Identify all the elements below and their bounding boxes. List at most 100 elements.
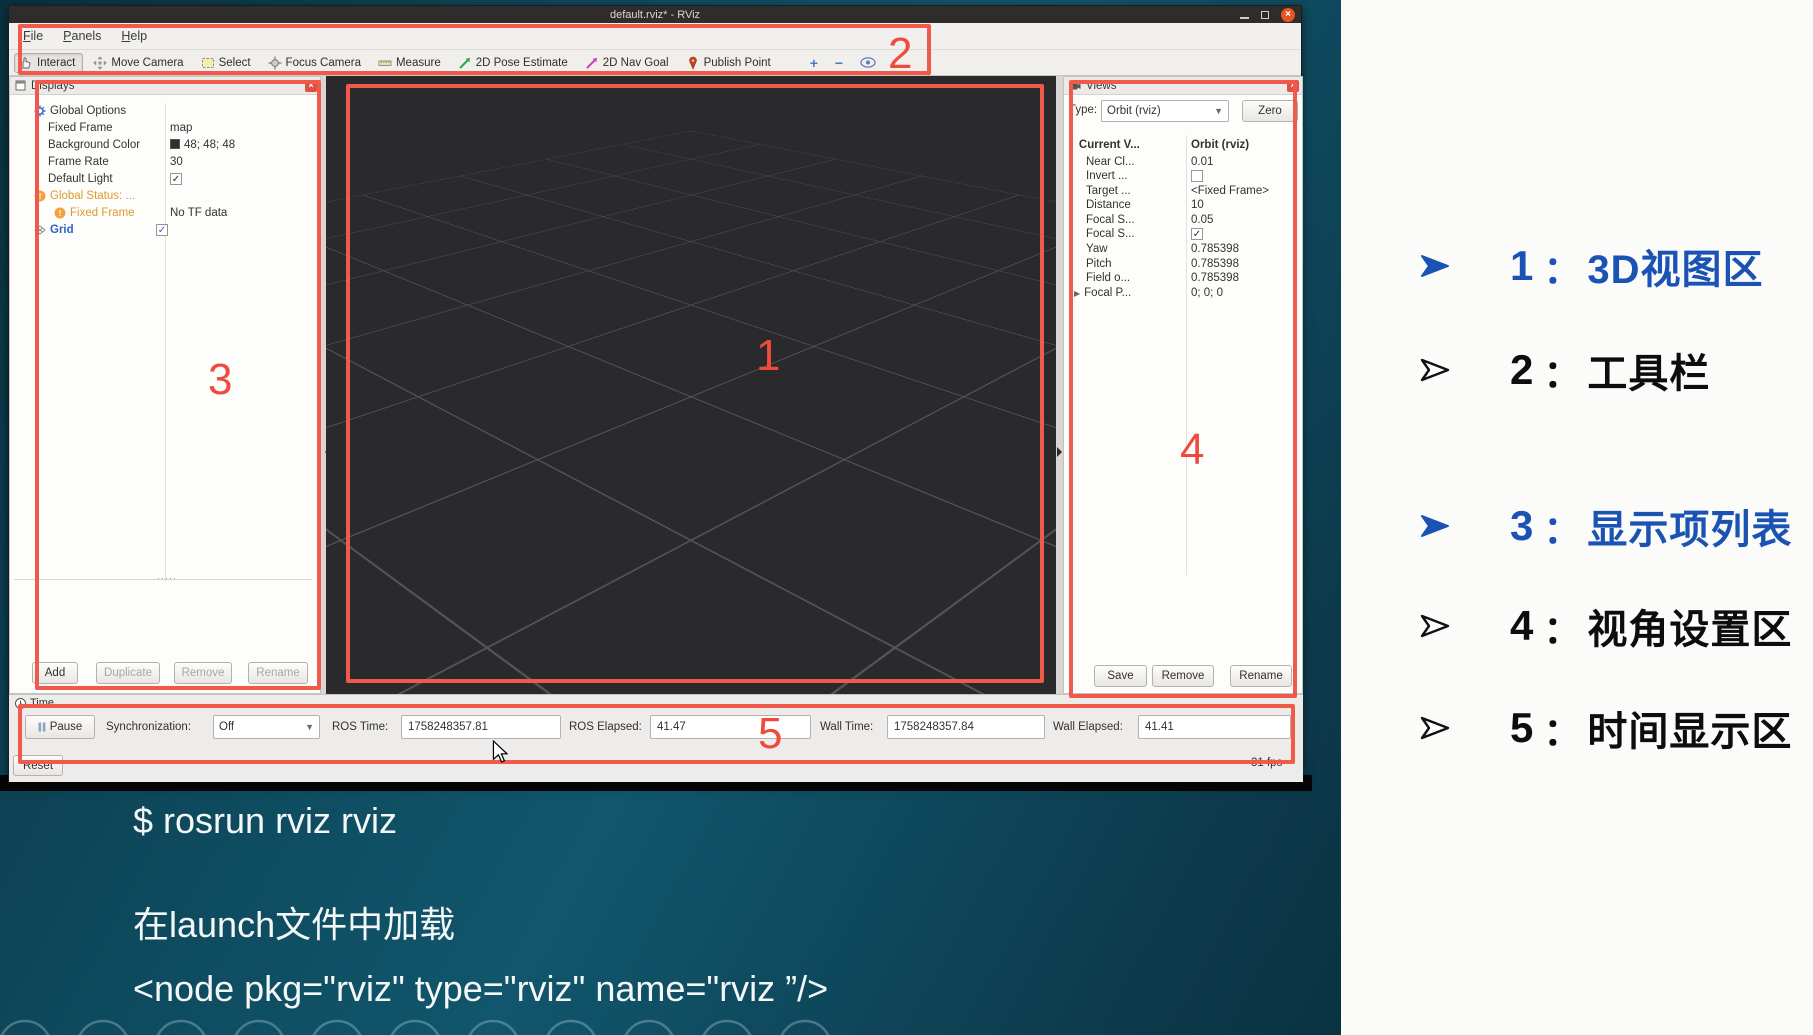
grid-icon [34,225,46,235]
duplicate-button[interactable]: Duplicate [96,662,160,684]
clock-icon [15,698,26,709]
column-divider[interactable] [165,103,166,583]
column-divider[interactable] [1186,135,1187,575]
chevron-down-icon: ▼ [305,722,314,732]
tool-2d-pose-estimate[interactable]: 2D Pose Estimate [454,54,575,72]
views-row-focal-shape-size[interactable]: Focal S... 0.05 [1086,214,1135,226]
ground-grid [326,76,1056,489]
fixed-frame-value[interactable]: map [170,122,192,134]
close-icon[interactable]: × [1281,8,1295,22]
display-row-fixed-frame-status[interactable]: ! Fixed Frame No TF data [54,207,135,219]
arrowhead-bullet-icon [1420,512,1452,540]
arrowhead-bullet-icon [1420,714,1452,742]
sync-label: Synchronization: [106,721,191,733]
main-area: Displays × Global Options Fixed Frame ma… [9,76,1303,694]
tool-bar: Interact Move Camera Select Focus Camera… [9,49,1301,76]
svg-text:!: ! [59,208,62,218]
eye-icon[interactable] [860,57,876,68]
time-panel-title[interactable]: Time [15,697,54,709]
panel-close-icon[interactable]: × [305,80,317,92]
views-row-focal-point[interactable]: ▶ Focal P... 0; 0; 0 [1074,287,1131,299]
gear-icon [34,105,46,117]
green-arrow-icon [458,56,472,70]
screenshot-root: default.rviz* - RViz × File Panels Help … [0,0,1813,1035]
displays-panel-header[interactable]: Displays × [10,77,320,95]
node-xml-snippet: <node pkg="rviz" type="rviz" name="rviz … [133,968,828,1010]
frame-rate-value[interactable]: 30 [170,156,183,168]
grid-checkbox[interactable]: ✓ [156,224,168,236]
legend-item-1: 1 ： 3D视图区 [1420,238,1812,294]
remove-button[interactable]: Remove [174,662,232,684]
display-row-grid[interactable]: Grid ✓ [34,224,74,236]
display-row-fixed-frame[interactable]: Fixed Frame map [48,122,113,134]
rename-button[interactable]: Rename [248,662,308,684]
views-row-field-of-view[interactable]: Field o... 0.785398 [1086,272,1130,284]
reset-button[interactable]: Reset [13,755,63,776]
minus-icon[interactable]: − [835,55,843,71]
views-row-near-clip[interactable]: Near Cl... 0.01 [1086,156,1135,168]
views-row-pitch[interactable]: Pitch 0.785398 [1086,258,1112,270]
view-type-select[interactable]: Orbit (rviz)▼ [1101,100,1229,122]
add-button[interactable]: Add [32,662,78,684]
save-button[interactable]: Save [1094,665,1147,687]
views-row-focal-shape-fixed[interactable]: Focal S... ✓ [1086,228,1135,240]
window-titlebar[interactable]: default.rviz* - RViz × [9,6,1301,23]
menu-help[interactable]: Help [121,29,147,43]
tool-publish-point[interactable]: Publish Point [682,54,778,72]
remove-view-button[interactable]: Remove [1152,665,1214,687]
svg-text:!: ! [39,191,42,201]
focal-shape-checkbox[interactable]: ✓ [1191,228,1203,240]
move-icon [93,56,107,70]
display-row-default-light[interactable]: Default Light ✓ [48,173,113,185]
camera-icon [1069,81,1081,91]
panel-splitter-handle[interactable] [14,579,312,583]
arrowhead-bullet-icon [1420,612,1452,640]
pause-icon [38,722,46,732]
time-panel: Time Pause Synchronization: Off▼ ROS Tim… [9,694,1303,782]
tool-focus-camera[interactable]: Focus Camera [264,54,368,72]
panel-close-icon[interactable]: × [1287,80,1299,92]
ros-elapsed-field[interactable]: 41.47 [650,715,811,739]
viewport-3d[interactable] [326,76,1056,694]
ros-time-label: ROS Time: [332,721,388,733]
fps-counter: 31 fps [1251,757,1282,769]
display-row-global-options[interactable]: Global Options [34,105,126,117]
sync-select[interactable]: Off▼ [213,715,320,739]
tool-2d-nav-goal[interactable]: 2D Nav Goal [581,54,676,72]
wall-elapsed-field[interactable]: 41.41 [1138,715,1291,739]
hand-icon [19,56,33,70]
plus-icon[interactable]: + [810,55,818,71]
views-panel-header[interactable]: Views × [1064,77,1302,95]
expander-down-icon[interactable]: ▼ [1067,141,1075,150]
expander-right-icon[interactable]: ▶ [1074,289,1080,298]
arrowhead-bullet-icon [1420,356,1452,384]
views-row-distance[interactable]: Distance 10 [1086,199,1131,211]
maximize-icon[interactable] [1261,11,1269,19]
tool-move-camera[interactable]: Move Camera [89,54,190,72]
pause-button[interactable]: Pause [25,715,95,739]
views-row-yaw[interactable]: Yaw 0.785398 [1086,243,1108,255]
minimize-icon[interactable] [1240,17,1249,19]
zero-button[interactable]: Zero [1242,100,1298,122]
focus-target-icon [268,56,282,70]
views-row-current-view[interactable]: ▼ Current V... Orbit (rviz) [1067,139,1140,151]
display-row-global-status[interactable]: ! Global Status: ... [34,190,135,202]
display-row-frame-rate[interactable]: Frame Rate 30 [48,156,109,168]
right-splitter[interactable] [1056,76,1063,694]
tool-interact[interactable]: Interact [14,53,83,73]
views-row-invert[interactable]: Invert ... [1086,170,1128,182]
invert-checkbox[interactable] [1191,170,1203,182]
map-pin-icon [686,56,700,70]
rename-view-button[interactable]: Rename [1230,665,1292,687]
tool-select[interactable]: Select [197,54,258,72]
tool-measure[interactable]: Measure [374,54,448,72]
default-light-checkbox[interactable]: ✓ [170,173,182,185]
legend-item-4: 4 ： 视角设置区 [1420,598,1812,654]
menu-panels[interactable]: Panels [63,29,101,43]
views-row-target[interactable]: Target ... <Fixed Frame> [1086,185,1131,197]
legend-item-2: 2 ： 工具栏 [1420,342,1812,398]
ros-time-field[interactable]: 1758248357.81 [401,715,561,739]
display-row-background-color[interactable]: Background Color 48; 48; 48 [48,139,140,151]
wall-time-field[interactable]: 1758248357.84 [887,715,1045,739]
menu-file[interactable]: File [23,29,43,43]
